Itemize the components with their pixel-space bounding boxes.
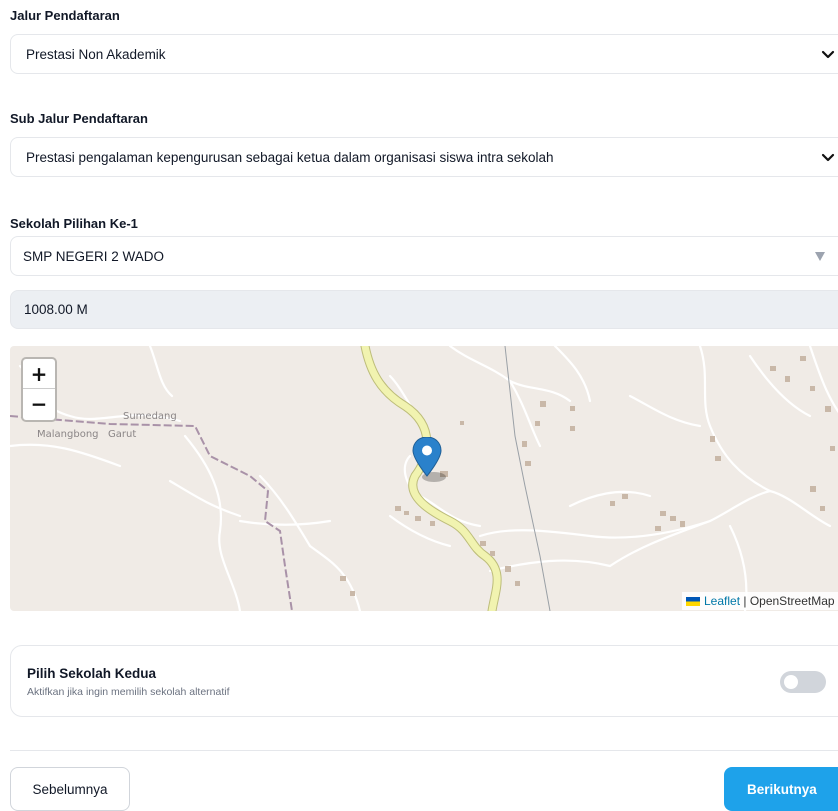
sub-jalur-value: Prestasi pengalaman kepengurusan sebagai… (26, 149, 554, 165)
osm-link[interactable]: OpenStreetMap (750, 594, 835, 608)
second-school-title: Pilih Sekolah Kedua (27, 666, 157, 681)
triangle-down-icon (815, 252, 825, 261)
second-school-toggle[interactable] (780, 671, 826, 693)
map-label-malangbong: Malangbong (37, 429, 99, 440)
jalur-select[interactable]: Prestasi Non Akademik (10, 34, 838, 74)
jalur-value: Prestasi Non Akademik (26, 46, 166, 62)
zoom-control: + − (21, 357, 57, 422)
distance-value: 1008.00 M (24, 302, 88, 317)
map-attribution: Leaflet | OpenStreetMap (682, 592, 838, 610)
zoom-in-button[interactable]: + (23, 359, 55, 389)
next-button[interactable]: Berikutnya (724, 767, 838, 811)
toggle-knob (784, 675, 798, 689)
distance-field: 1008.00 M (10, 290, 838, 329)
chevron-down-icon (821, 50, 835, 59)
sub-jalur-label: Sub Jalur Pendaftaran (10, 111, 148, 126)
second-school-card: Pilih Sekolah Kedua Aktifkan jika ingin … (10, 645, 838, 717)
ukraine-flag-icon (686, 596, 700, 606)
sub-jalur-select[interactable]: Prestasi pengalaman kepengurusan sebagai… (10, 137, 838, 177)
sekolah-1-label: Sekolah Pilihan Ke-1 (10, 216, 138, 231)
attribution-separator: | (740, 594, 750, 608)
leaflet-link[interactable]: Leaflet (704, 594, 740, 608)
previous-button[interactable]: Sebelumnya (10, 767, 130, 811)
sekolah-1-value: SMP NEGERI 2 WADO (23, 248, 165, 264)
zoom-out-button[interactable]: − (23, 389, 55, 419)
chevron-down-icon (821, 153, 835, 162)
sekolah-1-select[interactable]: SMP NEGERI 2 WADO (10, 236, 838, 276)
map-label-garut: Garut (108, 429, 136, 440)
jalur-label: Jalur Pendaftaran (10, 8, 120, 23)
divider (10, 750, 838, 751)
map-marker-icon[interactable] (412, 437, 452, 483)
map-label-sumedang: Sumedang (123, 411, 177, 422)
second-school-subtitle: Aktifkan jika ingin memilih sekolah alte… (27, 686, 230, 698)
